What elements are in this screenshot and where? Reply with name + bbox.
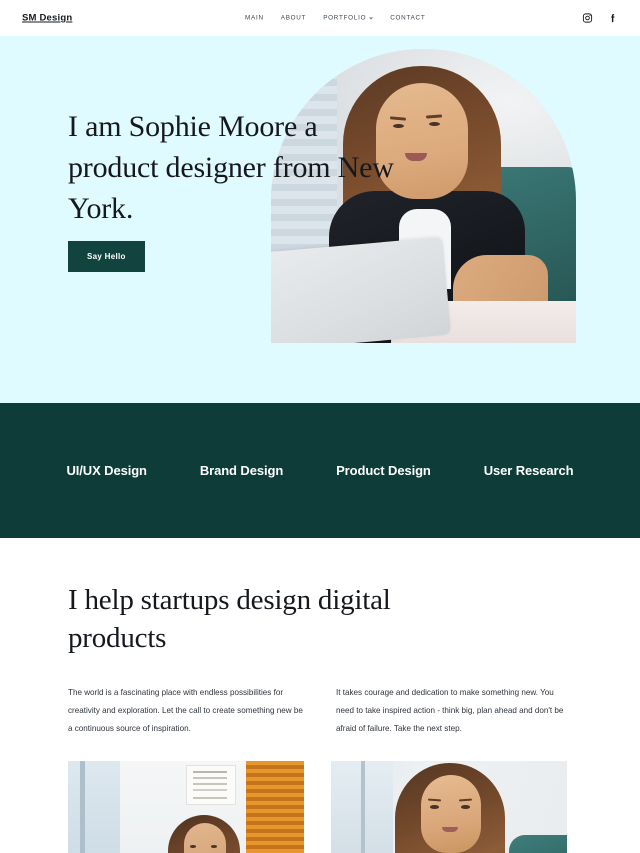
nav-item-portfolio-label: PORTFOLIO [323,14,367,22]
nav-item-main-label: MAIN [245,14,264,22]
navbar: SM Design MAIN ABOUT PORTFOLIO CONTACT [0,0,640,36]
about-paragraph-left: The world is a fascinating place with en… [68,688,303,733]
service-item-product[interactable]: Product Design [336,463,431,478]
service-item-research[interactable]: User Research [484,463,574,478]
about-photos [68,761,572,853]
page-root: SM Design MAIN ABOUT PORTFOLIO CONTACT I… [0,0,640,853]
about-photo-right-person-face [421,775,481,853]
about-photo-left-eye-left [190,845,196,848]
about-title: I help startups design digital products [68,584,391,654]
nav-links: MAIN ABOUT PORTFOLIO CONTACT [245,15,425,22]
about-photo-right-chair [509,835,567,853]
about-photo-right-window [331,761,393,853]
hero-section: I am Sophie Moore a product designer fro… [0,36,640,403]
about-column-left: The world is a fascinating place with en… [68,684,304,738]
chevron-down-icon [369,17,374,19]
social-links [582,13,618,24]
about-photo-left-window [68,761,120,853]
nav-item-about[interactable]: ABOUT [281,15,306,22]
say-hello-button[interactable]: Say Hello [68,241,145,272]
service-item-brand[interactable]: Brand Design [200,463,283,478]
nav-item-about-label: ABOUT [280,14,307,22]
about-photo-right-eye-left [430,805,439,809]
services-band: UI/UX Design Brand Design Product Design… [0,403,640,538]
about-photo-left [68,761,304,853]
about-photo-left-orange-blinds [246,761,304,853]
about-photo-right-eye-right [461,805,470,809]
nav-item-contact-label: CONTACT [390,14,426,22]
service-item-uiux[interactable]: UI/UX Design [66,463,147,478]
hero-person-eye-right [429,122,440,126]
facebook-icon[interactable] [607,13,618,24]
about-section: I help startups design digital products … [0,538,640,853]
about-column-right: It takes courage and dedication to make … [336,684,572,738]
about-photo-right-mouth [442,827,458,832]
site-logo[interactable]: SM Design [22,13,72,24]
about-photo-left-whiteboard [186,765,236,805]
about-paragraph-right: It takes courage and dedication to make … [336,688,564,733]
hero-laptop-lid [271,236,451,343]
nav-item-contact[interactable]: CONTACT [390,15,425,22]
nav-item-portfolio[interactable]: PORTFOLIO [323,14,374,22]
about-photo-left-eye-right [211,845,217,848]
nav-item-main[interactable]: MAIN [245,15,264,22]
instagram-icon[interactable] [582,13,593,24]
about-columns: The world is a fascinating place with en… [68,684,572,738]
hero-title: I am Sophie Moore a product designer fro… [68,110,394,225]
about-photo-right [331,761,567,853]
